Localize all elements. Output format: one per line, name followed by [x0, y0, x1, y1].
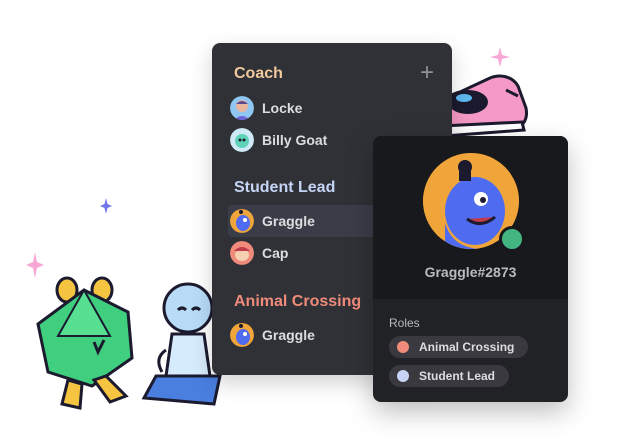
sparkle-icon — [26, 252, 44, 278]
role-label: Student Lead — [419, 369, 496, 383]
cap-avatar — [230, 241, 254, 265]
member-item-locke[interactable]: Locke — [230, 92, 430, 124]
member-item-graggle[interactable]: Graggle — [228, 205, 390, 237]
locke-avatar — [230, 96, 254, 120]
graggle-avatar — [230, 209, 254, 233]
role-color-dot — [397, 370, 409, 382]
category-coach: Coach — [234, 65, 283, 82]
plus-icon[interactable]: + — [420, 61, 434, 85]
billy-goat-avatar — [230, 128, 254, 152]
member-name: Locke — [262, 100, 303, 116]
graggle-avatar — [230, 323, 254, 347]
profile-card: Graggle#2873 Roles Animal Crossing Stude… — [373, 136, 568, 402]
role-color-dot — [397, 341, 409, 353]
sparkle-icon — [490, 47, 510, 67]
dice-character-illustration — [36, 276, 134, 410]
sparkle-icon — [100, 198, 112, 214]
role-pill-student-lead[interactable]: Student Lead — [389, 365, 510, 387]
member-name: Graggle — [262, 327, 315, 343]
category-student-lead: Student Lead — [234, 179, 336, 196]
roles-heading: Roles — [389, 316, 420, 330]
profile-username: Graggle#2873 — [424, 264, 517, 280]
role-label: Animal Crossing — [419, 340, 515, 354]
member-name: Cap — [262, 245, 289, 261]
member-name: Graggle — [262, 213, 315, 229]
member-name: Billy Goat — [262, 132, 328, 148]
category-animal-crossing: Animal Crossing — [234, 293, 362, 310]
online-status-dot — [499, 226, 525, 252]
role-pill-animal-crossing[interactable]: Animal Crossing — [389, 336, 529, 358]
